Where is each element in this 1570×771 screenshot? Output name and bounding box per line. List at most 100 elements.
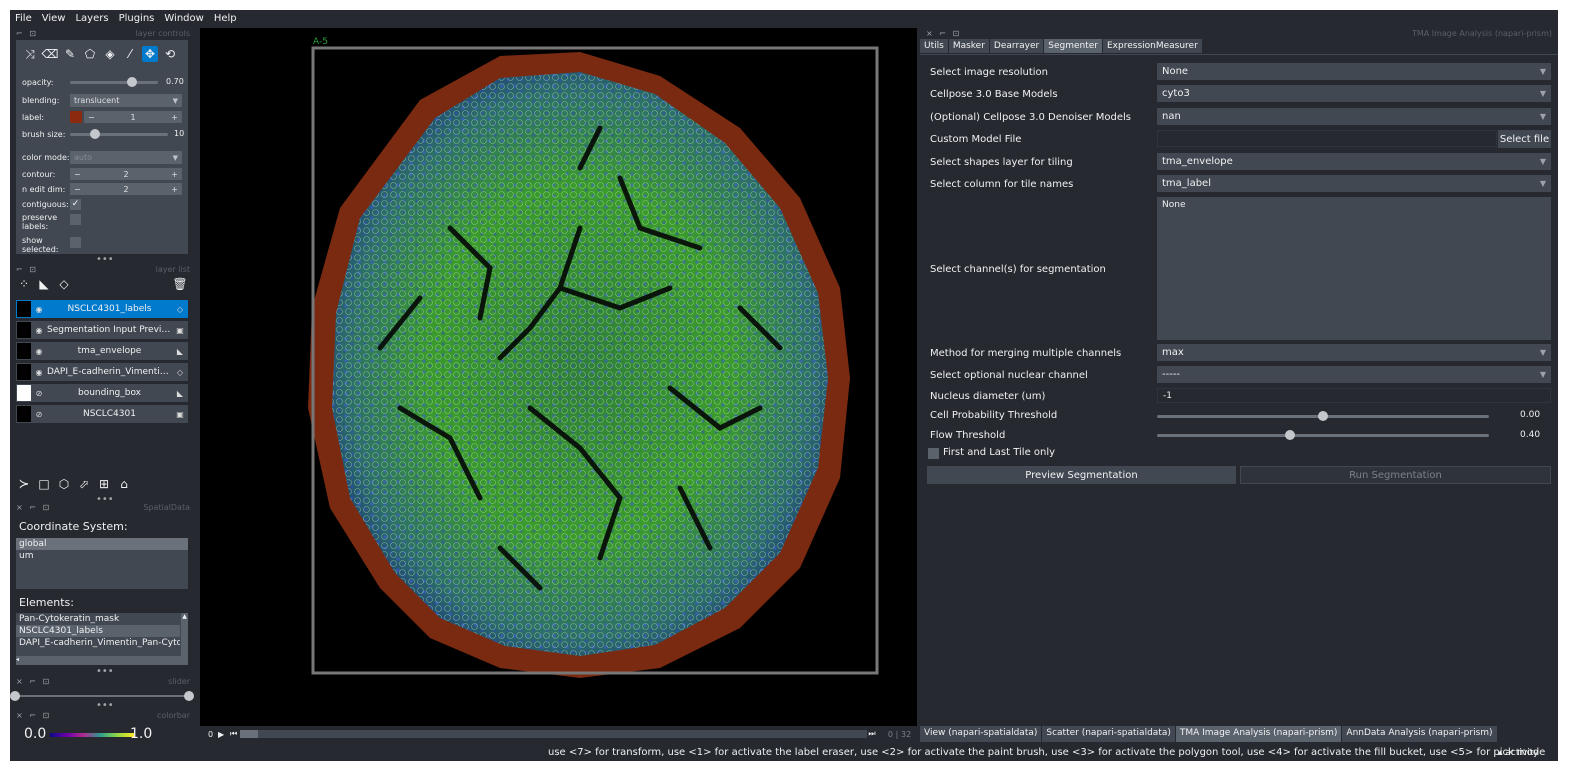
range-slider-min-handle[interactable] bbox=[10, 691, 20, 701]
tab-expressionmeasurer[interactable]: ExpressionMeasurer bbox=[1102, 39, 1202, 53]
layer-name[interactable]: tma_envelope bbox=[47, 346, 172, 356]
eye-icon[interactable]: ◉ bbox=[31, 305, 47, 314]
new-labels-layer-icon[interactable]: ◇ bbox=[56, 276, 72, 292]
element-item[interactable]: Pan-Cytokeratin_mask bbox=[16, 613, 188, 625]
dock-controls-icon[interactable]: ⌐ ⊡ bbox=[16, 265, 38, 274]
polygon-icon[interactable]: ⬠ bbox=[82, 46, 98, 62]
play-icon[interactable]: ▶ bbox=[218, 730, 230, 739]
brush-size-slider-handle[interactable] bbox=[89, 129, 100, 139]
layer-name[interactable]: NSCLC4301_labels bbox=[47, 304, 172, 314]
menu-window[interactable]: Window bbox=[159, 13, 208, 24]
elements-hscrollbar[interactable]: ◂ bbox=[16, 656, 181, 665]
brush-icon[interactable]: ✎ bbox=[62, 46, 78, 62]
diameter-input[interactable]: -1 bbox=[1157, 388, 1551, 403]
new-shapes-layer-icon[interactable]: ◣ bbox=[36, 276, 52, 292]
tab-dearrayer[interactable]: Dearrayer bbox=[989, 39, 1044, 53]
preserve-labels-checkbox[interactable] bbox=[70, 214, 81, 225]
preview-segmentation-button[interactable]: Preview Segmentation bbox=[927, 466, 1236, 484]
tab-anndata-analysis[interactable]: AnnData Analysis (napari-prism) bbox=[1342, 726, 1497, 742]
plus-icon[interactable]: + bbox=[171, 185, 178, 194]
layer-row[interactable]: ⊘ NSCLC4301 ▣ bbox=[16, 405, 188, 423]
ndisplay-icon[interactable]: □ bbox=[36, 476, 52, 492]
contiguous-checkbox[interactable]: ✓ bbox=[70, 199, 81, 210]
layer-name[interactable]: NSCLC4301 bbox=[47, 409, 172, 419]
flow-slider-handle[interactable] bbox=[1284, 430, 1295, 440]
shapes-layer-dropdown[interactable]: tma_envelope ▼ bbox=[1157, 153, 1551, 170]
shuffle-icon[interactable]: ⤨ bbox=[22, 46, 38, 62]
element-item[interactable]: DAPI_E-cadherin_Vimentin_Pan-Cytoke bbox=[16, 637, 180, 649]
menu-view[interactable]: View bbox=[37, 13, 71, 24]
cellprob-slider-handle[interactable] bbox=[1318, 411, 1328, 421]
tab-tma-image-analysis[interactable]: TMA Image Analysis (napari-prism) bbox=[1175, 726, 1342, 742]
eye-icon[interactable]: ◉ bbox=[31, 347, 47, 356]
show-selected-checkbox[interactable] bbox=[70, 237, 81, 248]
menu-help[interactable]: Help bbox=[209, 13, 242, 24]
menu-layers[interactable]: Layers bbox=[70, 13, 113, 24]
transpose-icon[interactable]: ⬀ bbox=[76, 476, 92, 492]
dock-controls-icon[interactable]: × ⌐ ⊡ bbox=[16, 503, 51, 512]
color-mode-dropdown[interactable]: auto ▼ bbox=[70, 151, 182, 164]
minus-icon[interactable]: − bbox=[74, 185, 81, 194]
tab-utils[interactable]: Utils bbox=[920, 39, 948, 53]
custom-model-path-input[interactable] bbox=[1157, 130, 1497, 147]
minus-icon[interactable]: − bbox=[74, 170, 81, 179]
eye-icon[interactable]: ◉ bbox=[31, 368, 47, 377]
delete-layer-icon[interactable]: 🗑 bbox=[172, 276, 188, 292]
dims-slider[interactable] bbox=[240, 730, 867, 738]
brush-size-slider[interactable] bbox=[70, 129, 168, 139]
layer-row[interactable]: ◉ tma_envelope ◣ bbox=[16, 342, 188, 360]
move-icon[interactable]: ✥ bbox=[142, 46, 158, 62]
picker-icon[interactable]: ⁄ bbox=[122, 46, 138, 62]
eye-icon[interactable]: ◉ bbox=[31, 326, 47, 335]
blending-dropdown[interactable]: translucent ▼ bbox=[70, 94, 182, 107]
tab-segmenter[interactable]: Segmenter bbox=[1044, 39, 1102, 53]
contour-spinbox[interactable]: − 2 + bbox=[70, 168, 182, 180]
roll-dims-icon[interactable]: ⬡ bbox=[56, 476, 72, 492]
nuclear-dropdown[interactable]: ----- ▼ bbox=[1157, 366, 1551, 383]
range-slider[interactable] bbox=[10, 691, 194, 701]
cellprob-slider[interactable] bbox=[1157, 411, 1489, 421]
plus-icon[interactable]: + bbox=[171, 170, 178, 179]
layer-row[interactable]: ◉ NSCLC4301_labels ◇ bbox=[16, 300, 188, 318]
coordinate-item-global[interactable]: global bbox=[16, 538, 188, 550]
console-icon[interactable]: ≻ bbox=[16, 476, 32, 492]
dock-controls-icon[interactable]: × ⌐ ⊡ bbox=[16, 711, 51, 720]
first-last-checkbox[interactable] bbox=[928, 448, 939, 459]
label-spinbox[interactable]: − 1 + bbox=[84, 111, 182, 123]
eye-off-icon[interactable]: ⊘ bbox=[31, 389, 47, 398]
coordinate-item-um[interactable]: um bbox=[16, 550, 188, 562]
select-file-button[interactable]: Select file bbox=[1498, 130, 1551, 148]
dock-controls-icon[interactable]: ⌐ ⊡ bbox=[16, 29, 38, 38]
flow-slider[interactable] bbox=[1157, 430, 1489, 440]
tile-column-dropdown[interactable]: tma_label ▼ bbox=[1157, 175, 1551, 192]
layer-row[interactable]: ⊘ bounding_box ◣ bbox=[16, 384, 188, 402]
dock-controls-icon[interactable]: × ⌐ ⊡ bbox=[16, 677, 51, 686]
menu-file[interactable]: File bbox=[10, 13, 37, 24]
opacity-slider[interactable] bbox=[70, 77, 158, 87]
elements-scrollbar[interactable]: ▲ bbox=[181, 613, 188, 665]
eye-off-icon[interactable]: ⊘ bbox=[31, 410, 47, 419]
layer-name[interactable]: Segmentation Input Preview bbox=[47, 325, 172, 335]
activity-button[interactable]: ▴ activity bbox=[1498, 748, 1539, 758]
layer-name[interactable]: DAPI_E-cadherin_Vimentin... bbox=[47, 367, 172, 377]
opacity-slider-handle[interactable] bbox=[126, 77, 137, 87]
eraser-icon[interactable]: ⌫ bbox=[42, 46, 59, 62]
menu-plugins[interactable]: Plugins bbox=[114, 13, 160, 24]
merge-dropdown[interactable]: max ▼ bbox=[1157, 344, 1551, 361]
tab-scatter-spatialdata[interactable]: Scatter (napari-spatialdata) bbox=[1042, 726, 1175, 742]
element-item[interactable]: NSCLC4301_labels bbox=[16, 625, 180, 637]
base-model-dropdown[interactable]: cyto3 ▼ bbox=[1157, 85, 1551, 102]
channel-item[interactable]: None bbox=[1162, 200, 1546, 210]
tab-view-spatialdata[interactable]: View (napari-spatialdata) bbox=[920, 726, 1042, 742]
dims-slider-handle[interactable] bbox=[240, 730, 258, 738]
viewer-canvas[interactable]: A-5 bbox=[200, 28, 917, 726]
plus-icon[interactable]: + bbox=[171, 113, 178, 122]
denoiser-dropdown[interactable]: nan ▼ bbox=[1157, 108, 1551, 125]
channels-list[interactable]: None bbox=[1157, 197, 1551, 340]
transform-icon[interactable]: ⟲ bbox=[162, 46, 178, 62]
label-color-swatch[interactable] bbox=[70, 111, 82, 123]
layer-name[interactable]: bounding_box bbox=[47, 388, 172, 398]
step-forward-icon[interactable]: ⏭ bbox=[867, 729, 877, 739]
grid-icon[interactable]: ⊞ bbox=[96, 476, 112, 492]
tab-masker[interactable]: Masker bbox=[948, 39, 989, 53]
